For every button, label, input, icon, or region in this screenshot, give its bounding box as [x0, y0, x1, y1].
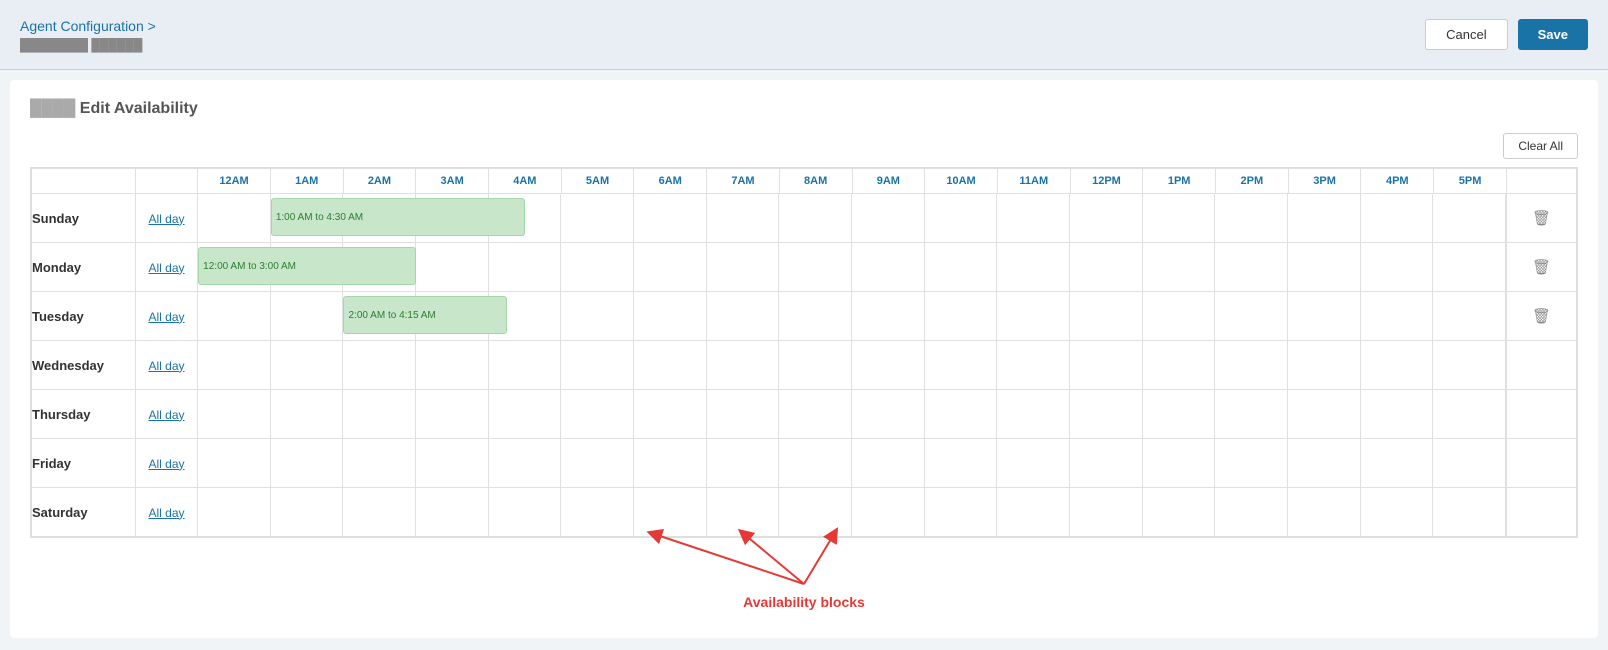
- time-grid-wednesday[interactable]: [198, 341, 1507, 390]
- time-grid-sunday[interactable]: 1:00 AM to 4:30 AM: [198, 194, 1507, 243]
- day-name-wednesday: Wednesday: [32, 341, 136, 390]
- day-name-friday: Friday: [32, 439, 136, 488]
- time-header-4pm: 4PM: [1361, 169, 1434, 194]
- page-header: Agent Configuration > ████████ ██████ Ca…: [0, 0, 1608, 70]
- time-header-2pm: 2PM: [1216, 169, 1289, 194]
- avail-block-monday[interactable]: 12:00 AM to 3:00 AM: [198, 247, 416, 285]
- calendar-container: 12AM1AM2AM3AM4AM5AM6AM7AM8AM9AM10AM11AM1…: [30, 167, 1578, 618]
- time-header-7am: 7AM: [707, 169, 780, 194]
- allday-thursday[interactable]: All day: [135, 390, 197, 439]
- time-header-9am: 9AM: [852, 169, 925, 194]
- day-row-tuesday: TuesdayAll day 2:00 AM to 4:15 AM 🗑: [32, 292, 1577, 341]
- day-name-monday: Monday: [32, 243, 136, 292]
- delete-saturday: [1507, 488, 1577, 537]
- day-name-tuesday: Tuesday: [32, 292, 136, 341]
- time-grid-monday[interactable]: 12:00 AM to 3:00 AM: [198, 243, 1507, 292]
- time-header-3pm: 3PM: [1288, 169, 1361, 194]
- time-header-5pm: 5PM: [1434, 169, 1507, 194]
- section-title: ████ Edit Availability: [30, 100, 1578, 118]
- day-row-friday: FridayAll day: [32, 439, 1577, 488]
- time-header-11am: 11AM: [997, 169, 1070, 194]
- clear-all-row: Clear All: [30, 133, 1578, 159]
- day-row-sunday: SundayAll day 1:00 AM to 4:30 AM 🗑: [32, 194, 1577, 243]
- time-header-5am: 5AM: [561, 169, 634, 194]
- day-row-thursday: ThursdayAll day: [32, 390, 1577, 439]
- delete-thursday: [1507, 390, 1577, 439]
- delete-sunday[interactable]: 🗑: [1507, 194, 1577, 243]
- header-actions: Cancel Save: [1425, 19, 1588, 50]
- time-grid-friday[interactable]: [198, 439, 1507, 488]
- delete-monday[interactable]: 🗑: [1507, 243, 1577, 292]
- time-header-1pm: 1PM: [1143, 169, 1216, 194]
- day-name-saturday: Saturday: [32, 488, 136, 537]
- time-header-12am: 12AM: [198, 169, 271, 194]
- allday-wednesday[interactable]: All day: [135, 341, 197, 390]
- time-header-10am: 10AM: [925, 169, 998, 194]
- day-col-header: [32, 169, 136, 194]
- time-header-8am: 8AM: [779, 169, 852, 194]
- time-header-12pm: 12PM: [1070, 169, 1143, 194]
- header-left: Agent Configuration > ████████ ██████: [20, 18, 156, 52]
- delete-col-header: [1507, 169, 1577, 194]
- delete-wednesday: [1507, 341, 1577, 390]
- delete-friday: [1507, 439, 1577, 488]
- day-row-monday: MondayAll day12:00 AM to 3:00 AM 🗑: [32, 243, 1577, 292]
- time-header-2am: 2AM: [343, 169, 416, 194]
- calendar-body: SundayAll day1:00 AM to 4:30 AM🗑MondayAl…: [32, 194, 1577, 537]
- subtitle: ████████ ██████: [20, 38, 156, 52]
- delete-tuesday[interactable]: 🗑: [1507, 292, 1577, 341]
- annotation-label: Availability blocks: [454, 594, 1154, 618]
- cancel-button[interactable]: Cancel: [1425, 19, 1507, 50]
- annotation-area: Availability blocks: [30, 538, 1578, 618]
- allday-tuesday[interactable]: All day: [135, 292, 197, 341]
- allday-saturday[interactable]: All day: [135, 488, 197, 537]
- main-content: ████ Edit Availability Clear All 12AM1AM…: [10, 80, 1598, 638]
- time-header-4am: 4AM: [488, 169, 561, 194]
- availability-calendar: 12AM1AM2AM3AM4AM5AM6AM7AM8AM9AM10AM11AM1…: [31, 168, 1577, 537]
- time-header-1am: 1AM: [270, 169, 343, 194]
- day-name-thursday: Thursday: [32, 390, 136, 439]
- avail-block-tuesday[interactable]: 2:00 AM to 4:15 AM: [343, 296, 506, 334]
- day-row-wednesday: WednesdayAll day: [32, 341, 1577, 390]
- time-header-3am: 3AM: [416, 169, 489, 194]
- allday-friday[interactable]: All day: [135, 439, 197, 488]
- time-grid-thursday[interactable]: [198, 390, 1507, 439]
- avail-block-sunday[interactable]: 1:00 AM to 4:30 AM: [271, 198, 525, 236]
- time-grid-tuesday[interactable]: 2:00 AM to 4:15 AM: [198, 292, 1507, 341]
- trash-icon[interactable]: 🗑: [1532, 210, 1551, 227]
- breadcrumb[interactable]: Agent Configuration >: [20, 18, 156, 34]
- allday-col-header: [135, 169, 197, 194]
- day-name-sunday: Sunday: [32, 194, 136, 243]
- clear-all-button[interactable]: Clear All: [1503, 133, 1578, 159]
- trash-icon[interactable]: 🗑: [1532, 259, 1551, 276]
- time-header-row: 12AM1AM2AM3AM4AM5AM6AM7AM8AM9AM10AM11AM1…: [32, 169, 1577, 194]
- save-button[interactable]: Save: [1518, 19, 1588, 50]
- allday-monday[interactable]: All day: [135, 243, 197, 292]
- time-header-6am: 6AM: [634, 169, 707, 194]
- arrows-svg: [454, 524, 1154, 594]
- calendar-wrapper: 12AM1AM2AM3AM4AM5AM6AM7AM8AM9AM10AM11AM1…: [30, 167, 1578, 538]
- trash-icon[interactable]: 🗑: [1532, 308, 1551, 325]
- allday-sunday[interactable]: All day: [135, 194, 197, 243]
